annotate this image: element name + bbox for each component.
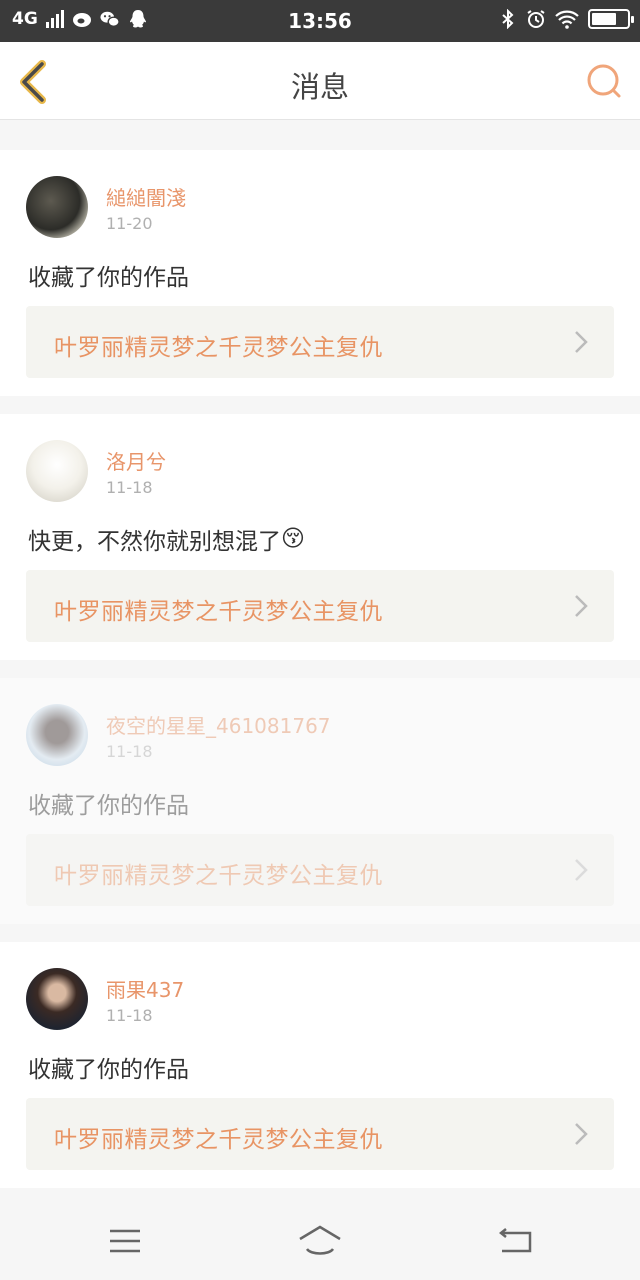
message-text: 收藏了你的作品 [28, 1057, 189, 1083]
work-title: 叶罗丽精灵梦之千灵梦公主复仇 [54, 335, 383, 361]
nav-bar: 消息 [0, 42, 640, 120]
avatar[interactable] [26, 440, 88, 502]
work-title: 叶罗丽精灵梦之千灵梦公主复仇 [54, 1127, 383, 1153]
wifi-icon [555, 10, 579, 29]
username[interactable]: 雨果437 [106, 974, 184, 1003]
work-link[interactable]: 叶罗丽精灵梦之千灵梦公主复仇 [26, 306, 614, 378]
emoji: 😚 [281, 526, 305, 552]
home-icon[interactable] [295, 1221, 345, 1261]
chevron-right-icon [575, 331, 588, 353]
status-bar: 4G 13:56 [0, 0, 640, 42]
username[interactable]: 洛月兮 [106, 446, 166, 475]
back-icon[interactable] [490, 1221, 540, 1261]
bluetooth-icon [502, 9, 514, 29]
work-link[interactable]: 叶罗丽精灵梦之千灵梦公主复仇 [26, 834, 614, 906]
message-card[interactable]: 縋縋闇淺 11-20 收藏了你的作品 叶罗丽精灵梦之千灵梦公主复仇 [0, 150, 640, 396]
menu-icon[interactable] [100, 1221, 150, 1261]
avatar[interactable] [26, 968, 88, 1030]
message-date: 11-20 [106, 214, 153, 233]
message-list[interactable]: 縋縋闇淺 11-20 收藏了你的作品 叶罗丽精灵梦之千灵梦公主复仇 洛月兮 11… [0, 121, 640, 1199]
work-title: 叶罗丽精灵梦之千灵梦公主复仇 [54, 863, 383, 889]
message-card[interactable]: 夜空的星星_461081767 11-18 收藏了你的作品 叶罗丽精灵梦之千灵梦… [0, 678, 640, 924]
work-title: 叶罗丽精灵梦之千灵梦公主复仇 [54, 599, 383, 625]
username[interactable]: 夜空的星星_461081767 [106, 710, 331, 739]
message-card[interactable]: 雨果437 11-18 收藏了你的作品 叶罗丽精灵梦之千灵梦公主复仇 [0, 942, 640, 1188]
work-link[interactable]: 叶罗丽精灵梦之千灵梦公主复仇 [26, 570, 614, 642]
alarm-icon [527, 10, 545, 28]
work-link[interactable]: 叶罗丽精灵梦之千灵梦公主复仇 [26, 1098, 614, 1170]
message-date: 11-18 [106, 1006, 153, 1025]
avatar[interactable] [26, 176, 88, 238]
page-title: 消息 [290, 70, 349, 104]
message-date: 11-18 [106, 478, 153, 497]
system-nav-bar [0, 1199, 640, 1280]
chevron-right-icon [575, 1123, 588, 1145]
message-text: 收藏了你的作品 [28, 793, 189, 819]
username[interactable]: 縋縋闇淺 [106, 182, 186, 211]
avatar[interactable] [26, 704, 88, 766]
message-text: 快更，不然你就别想混了 😚 [28, 526, 305, 555]
message-card[interactable]: 洛月兮 11-18 快更，不然你就别想混了 😚 叶罗丽精灵梦之千灵梦公主复仇 [0, 414, 640, 660]
search-icon[interactable] [584, 61, 624, 101]
message-date: 11-18 [106, 742, 153, 761]
battery-icon [588, 9, 634, 29]
chevron-right-icon [575, 859, 588, 881]
chevron-right-icon [575, 595, 588, 617]
message-text: 收藏了你的作品 [28, 265, 189, 291]
